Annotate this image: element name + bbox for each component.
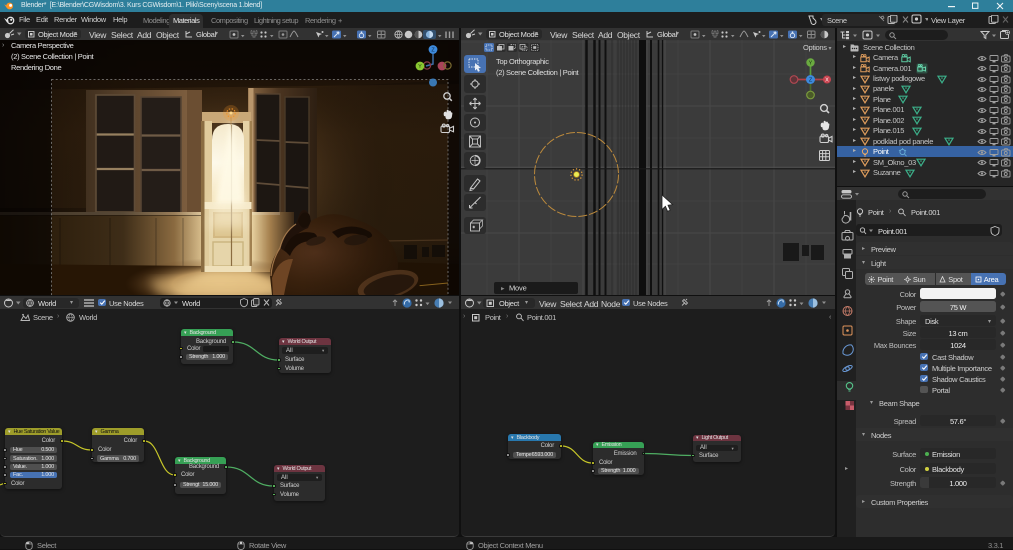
svg-text:X: X	[825, 78, 829, 84]
svg-text:Y: Y	[418, 64, 422, 70]
svg-text:Y: Y	[809, 61, 813, 67]
svg-text:Move: Move	[509, 284, 527, 293]
svg-text:▸: ▸	[501, 286, 505, 293]
